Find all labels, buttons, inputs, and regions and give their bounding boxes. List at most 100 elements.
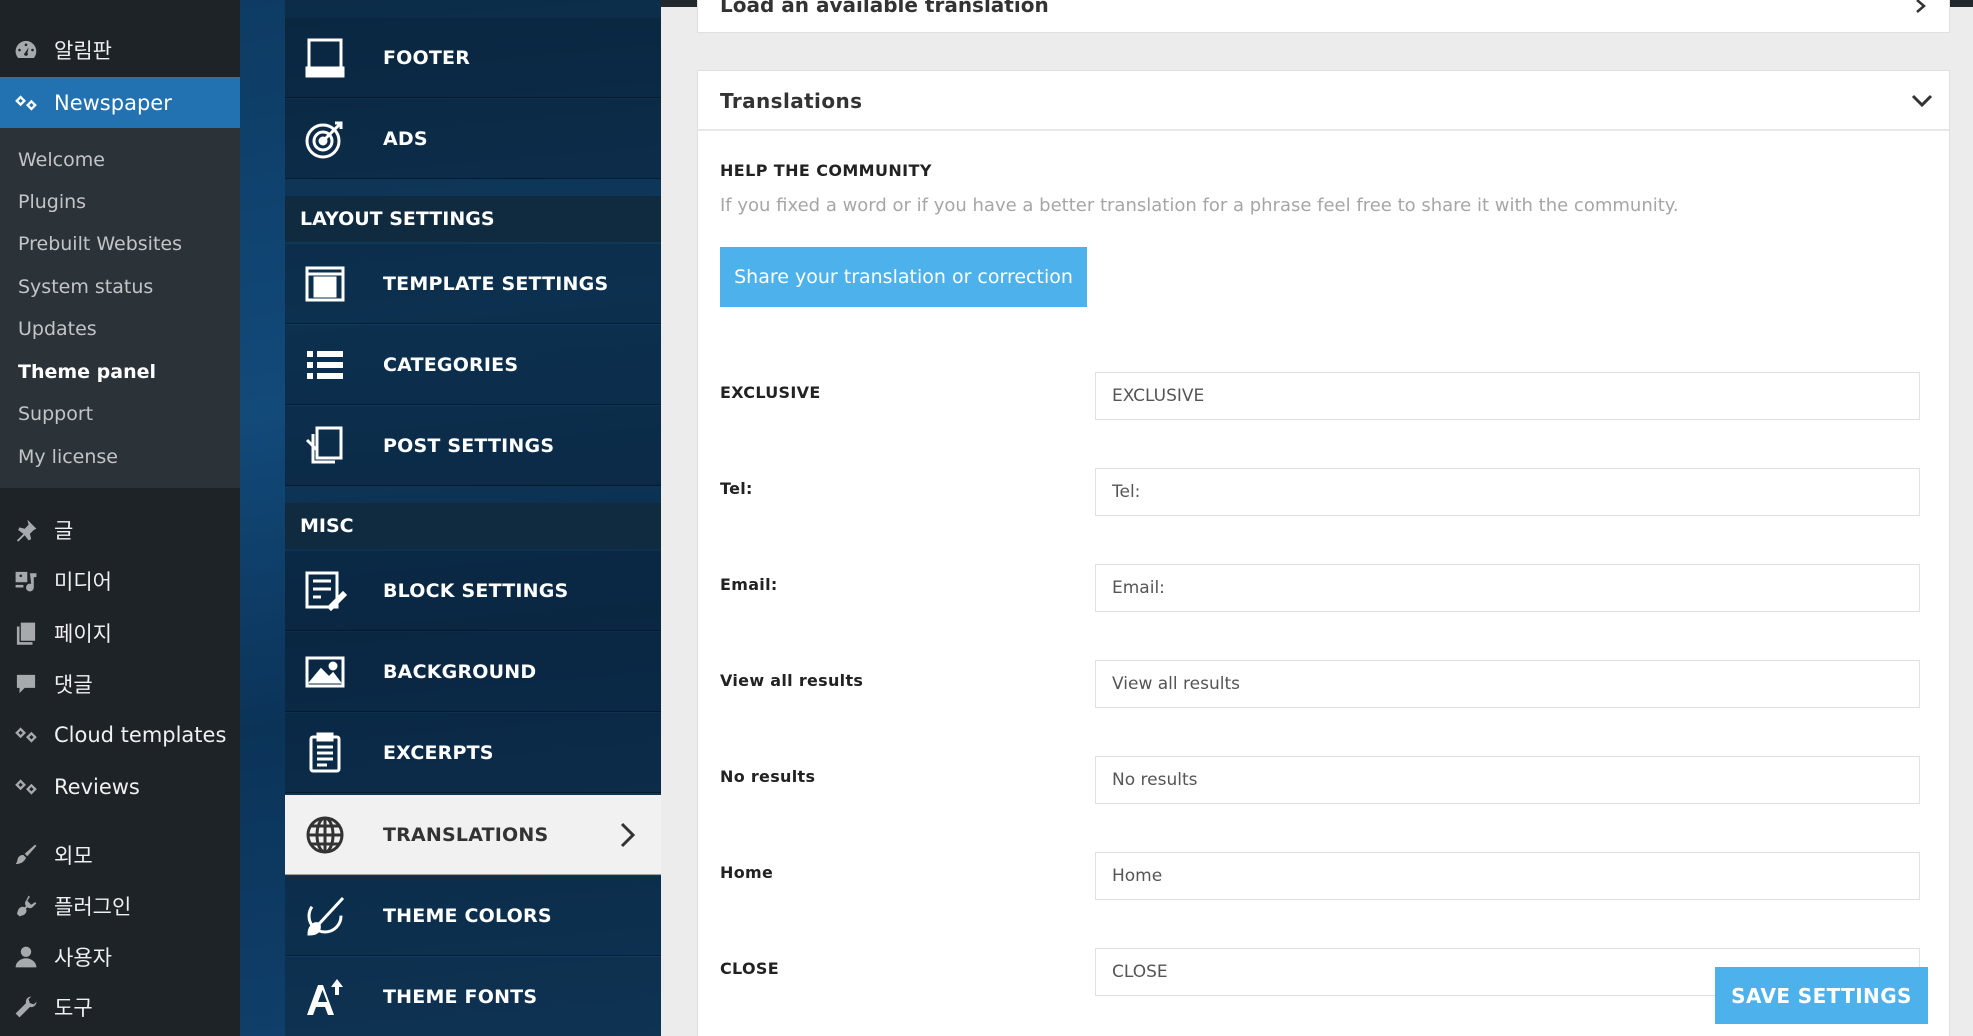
save-settings-button[interactable]: SAVE SETTINGS <box>1715 967 1928 1024</box>
menu-tools-label: 도구 <box>54 996 93 1020</box>
paintbrush-icon <box>12 841 40 869</box>
tp-item-ads[interactable]: ADS <box>285 99 661 179</box>
menu-reviews[interactable]: Reviews <box>0 762 240 812</box>
menu-media-label: 미디어 <box>54 570 112 594</box>
dashboard-icon <box>12 36 40 64</box>
menu-pages[interactable]: 페이지 <box>0 608 240 658</box>
tp-item-translations-label: TRANSLATIONS <box>383 823 549 846</box>
tp-section-misc: MISC <box>285 503 661 549</box>
tagdiv-logo-icon <box>12 773 40 801</box>
translation-input-tel[interactable] <box>1095 468 1920 516</box>
chevron-down-icon[interactable] <box>1911 93 1933 109</box>
tp-item-block-settings-label: BLOCK SETTINGS <box>383 579 569 602</box>
tp-item-block-settings[interactable]: BLOCK SETTINGS <box>285 551 661 631</box>
wp-admin-sidebar: 알림판 Newspaper Welcome Plugins Prebuilt W… <box>0 0 240 1036</box>
clipboard-icon <box>301 729 349 777</box>
menu-users[interactable]: 사용자 <box>0 932 240 982</box>
theme-panel-menu: FOOTER ADS LAYOUT SETTINGS TEMPLATE SETT… <box>285 0 661 1036</box>
menu-cloud-templates[interactable]: Cloud templates <box>0 710 240 760</box>
tp-item-footer[interactable]: FOOTER <box>285 18 661 98</box>
translation-input-email[interactable] <box>1095 564 1920 612</box>
tp-item-post-settings[interactable]: POST SETTINGS <box>285 406 661 486</box>
tp-item-background[interactable]: BACKGROUND <box>285 632 661 712</box>
tp-item-template-settings[interactable]: TEMPLATE SETTINGS <box>285 244 661 324</box>
submenu-plugins[interactable]: Plugins <box>18 191 86 213</box>
brush-icon <box>301 892 349 940</box>
tp-item-translations[interactable]: TRANSLATIONS <box>285 795 661 875</box>
menu-plugins-label: 플러그인 <box>54 895 132 919</box>
chevron-right-icon <box>1916 0 1926 13</box>
translations-title: Translations <box>720 89 863 113</box>
menu-reviews-label: Reviews <box>54 775 140 799</box>
tp-item-categories-label: CATEGORIES <box>383 353 519 376</box>
translation-label-tel: Tel: <box>720 479 753 498</box>
media-icon <box>12 567 40 595</box>
share-translation-button[interactable]: Share your translation or correction <box>720 247 1087 307</box>
pages-icon <box>12 619 40 647</box>
menu-plugins[interactable]: 플러그인 <box>0 881 240 931</box>
menu-posts-label: 글 <box>54 519 74 543</box>
footer-icon <box>301 34 349 82</box>
template-icon <box>301 260 349 308</box>
submenu-support[interactable]: Support <box>18 403 93 425</box>
translation-label-close: CLOSE <box>720 959 779 978</box>
submenu-welcome[interactable]: Welcome <box>18 149 105 171</box>
list-icon <box>301 341 349 389</box>
globe-icon <box>301 811 349 859</box>
translation-input-no-results[interactable] <box>1095 756 1920 804</box>
load-translation-panel[interactable]: Load an available translation <box>697 0 1950 33</box>
menu-tools[interactable]: 도구 <box>0 982 240 1032</box>
user-icon <box>12 943 40 971</box>
tp-item-categories[interactable]: CATEGORIES <box>285 325 661 405</box>
submenu-prebuilt-websites[interactable]: Prebuilt Websites <box>18 233 182 255</box>
font-size-icon <box>301 973 349 1021</box>
tp-item-template-settings-label: TEMPLATE SETTINGS <box>383 272 609 295</box>
block-settings-icon <box>301 567 349 615</box>
translation-input-view-all-results[interactable] <box>1095 660 1920 708</box>
menu-comments-label: 댓글 <box>54 673 93 697</box>
menu-pages-label: 페이지 <box>54 622 112 646</box>
submenu-theme-panel[interactable]: Theme panel <box>18 361 156 383</box>
newspaper-logo-icon <box>12 89 40 117</box>
submenu-my-license[interactable]: My license <box>18 446 118 468</box>
tp-item-theme-colors[interactable]: THEME COLORS <box>285 876 661 956</box>
pin-icon <box>12 516 40 544</box>
newspaper-submenu: Welcome Plugins Prebuilt Websites System… <box>0 128 240 488</box>
menu-newspaper[interactable]: Newspaper <box>0 77 240 129</box>
decorative-band <box>240 0 285 1036</box>
menu-users-label: 사용자 <box>54 946 112 970</box>
submenu-updates[interactable]: Updates <box>18 318 97 340</box>
target-icon <box>301 115 349 163</box>
tp-item-excerpts-label: EXCERPTS <box>383 741 494 764</box>
menu-posts[interactable]: 글 <box>0 505 240 555</box>
chevron-right-icon <box>620 822 636 848</box>
menu-media[interactable]: 미디어 <box>0 556 240 606</box>
help-community-text: If you fixed a word or if you have a bet… <box>720 195 1679 216</box>
tp-item-excerpts[interactable]: EXCERPTS <box>285 713 661 793</box>
menu-cloud-templates-label: Cloud templates <box>54 723 227 747</box>
tagdiv-logo-icon <box>12 721 40 749</box>
plugin-icon <box>12 892 40 920</box>
translation-label-view-all-results: View all results <box>720 671 864 690</box>
menu-appearance[interactable]: 외모 <box>0 830 240 880</box>
menu-dashboard[interactable]: 알림판 <box>0 25 240 75</box>
menu-dashboard-label: 알림판 <box>54 39 112 63</box>
comment-icon <box>12 670 40 698</box>
menu-comments[interactable]: 댓글 <box>0 659 240 709</box>
translations-header[interactable]: Translations <box>698 71 1949 131</box>
tp-item-theme-fonts[interactable]: THEME FONTS <box>285 957 661 1036</box>
translations-panel: Translations HELP THE COMMUNITY If you f… <box>697 70 1950 1036</box>
submenu-system-status[interactable]: System status <box>18 276 153 298</box>
translation-input-home[interactable] <box>1095 852 1920 900</box>
translation-label-home: Home <box>720 863 774 882</box>
post-pages-icon <box>301 422 349 470</box>
tp-item-theme-colors-label: THEME COLORS <box>383 904 552 927</box>
translation-input-exclusive[interactable] <box>1095 372 1920 420</box>
help-community-title: HELP THE COMMUNITY <box>720 161 932 180</box>
tp-item-background-label: BACKGROUND <box>383 660 537 683</box>
load-translation-title: Load an available translation <box>720 0 1049 17</box>
image-icon <box>301 648 349 696</box>
translation-label-exclusive: EXCLUSIVE <box>720 383 821 402</box>
wrench-icon <box>12 993 40 1021</box>
tp-item-theme-fonts-label: THEME FONTS <box>383 985 538 1008</box>
